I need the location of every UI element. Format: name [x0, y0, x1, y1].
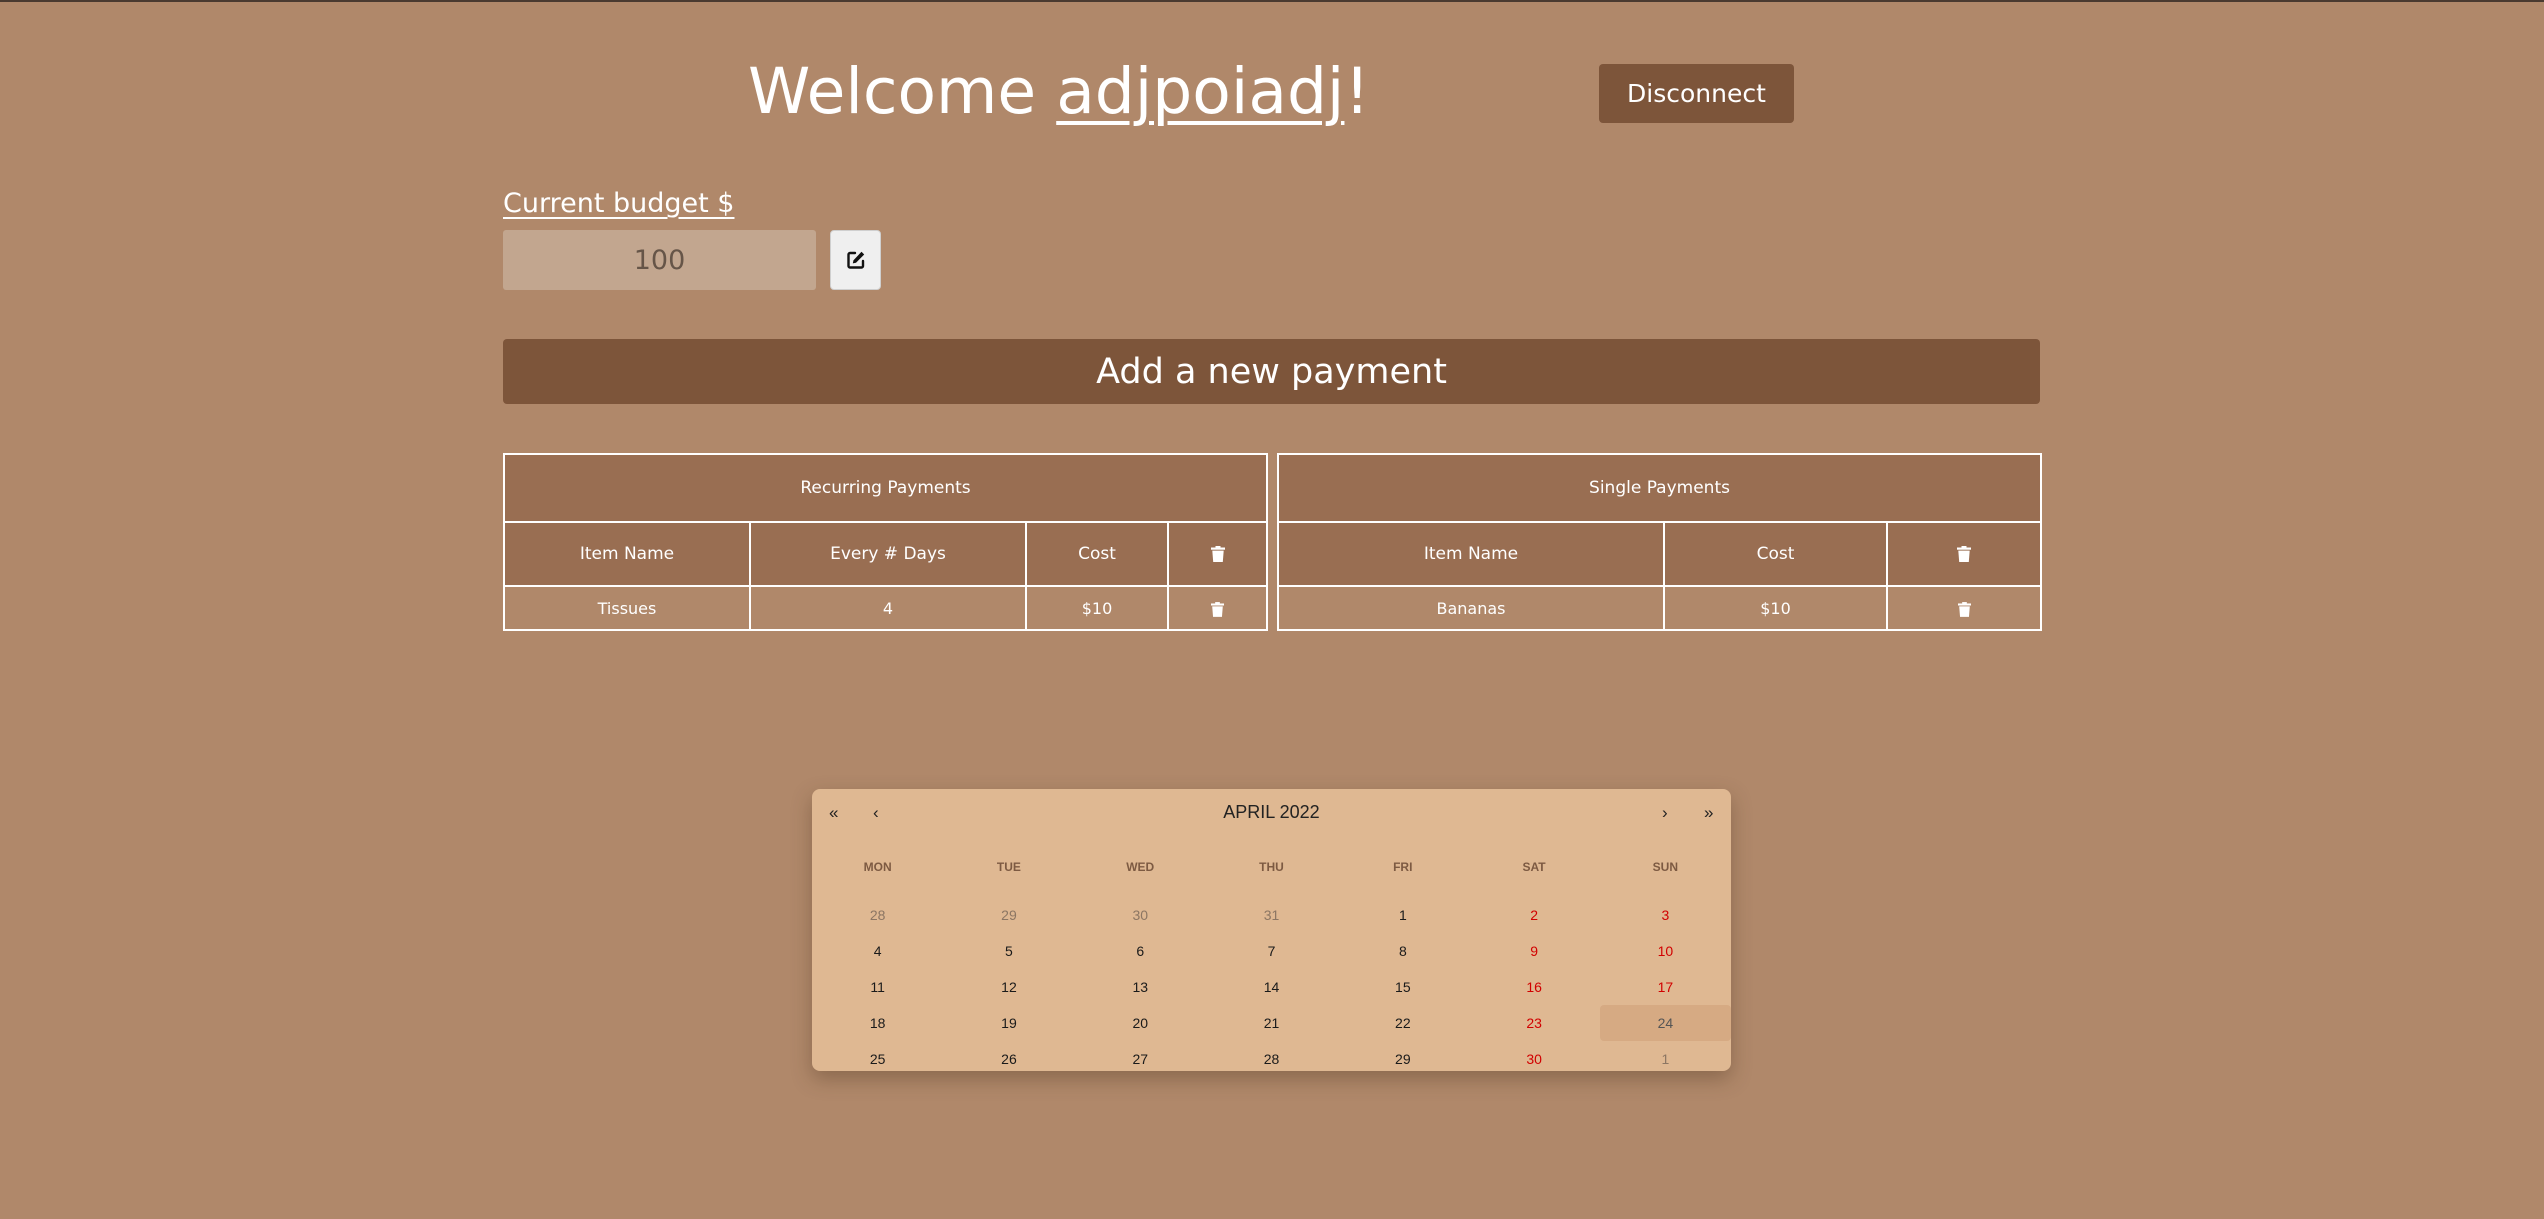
calendar-days: 28 29 30 31 1 2 3 4 5 6 7 8 9 10 11 12 1…	[812, 897, 1732, 1077]
weekday-label: SAT	[1522, 860, 1546, 874]
single-title: Single Payments	[1276, 453, 2043, 523]
calendar-day[interactable]: 7	[1206, 933, 1337, 969]
username-link[interactable]: adjpoiadj	[1056, 55, 1344, 128]
calendar-day[interactable]: 21	[1206, 1005, 1337, 1041]
budget-input[interactable]	[503, 230, 816, 290]
cell-every-days: 4	[749, 585, 1027, 631]
cell-cost: $10	[1025, 585, 1169, 631]
calendar-day[interactable]: 8	[1337, 933, 1468, 969]
trash-icon	[1957, 546, 1972, 562]
calendar-day[interactable]: 30	[1468, 1041, 1599, 1077]
calendar-day[interactable]: 2	[1468, 897, 1599, 933]
weekday-label: FRI	[1393, 860, 1413, 874]
single-payments-table: Single Payments Item Name Cost Bananas $…	[1276, 453, 2043, 631]
column-item-name: Item Name	[503, 521, 751, 587]
column-cost: Cost	[1663, 521, 1888, 587]
next-month-button[interactable]: ›	[1662, 803, 1668, 823]
welcome-heading: Welcome adjpoiadj!	[748, 52, 1370, 132]
weekday-label: MON	[863, 860, 892, 874]
cell-cost: $10	[1663, 585, 1888, 631]
welcome-prefix: Welcome	[748, 55, 1057, 128]
weekday-label: TUE	[996, 860, 1021, 874]
calendar-day[interactable]: 29	[1337, 1041, 1468, 1077]
cell-item-name: Tissues	[503, 585, 751, 631]
calendar: « ‹ APRIL 2022 › » MON TUE WED THU FRI S…	[812, 789, 1732, 1071]
trash-icon	[1211, 601, 1225, 617]
calendar-day[interactable]: 13	[1075, 969, 1206, 1005]
column-cost: Cost	[1025, 521, 1169, 587]
calendar-day[interactable]: 26	[943, 1041, 1074, 1077]
table-row: Tissues 4 $10	[503, 585, 1269, 631]
weekday-label: SUN	[1652, 860, 1678, 874]
calendar-day[interactable]: 29	[943, 897, 1074, 933]
calendar-weekdays: MON TUE WED THU FRI SAT SUN	[812, 860, 1731, 874]
top-border	[0, 0, 2544, 2]
delete-row-button[interactable]	[1166, 585, 1269, 631]
recurring-payments-table: Recurring Payments Item Name Every # Day…	[502, 453, 1269, 631]
calendar-day[interactable]: 30	[1075, 897, 1206, 933]
calendar-day[interactable]: 1	[1337, 897, 1468, 933]
calendar-day[interactable]: 20	[1075, 1005, 1206, 1041]
calendar-day[interactable]: 19	[943, 1005, 1074, 1041]
delete-row-button[interactable]	[1885, 585, 2043, 631]
recurring-title: Recurring Payments	[502, 453, 1269, 523]
calendar-day[interactable]: 12	[943, 969, 1074, 1005]
calendar-month-title[interactable]: APRIL 2022	[812, 802, 1731, 823]
calendar-day[interactable]: 28	[1206, 1041, 1337, 1077]
calendar-day-today[interactable]: 24	[1599, 1005, 1732, 1041]
budget-label: Current budget $	[503, 188, 735, 219]
calendar-day[interactable]: 15	[1337, 969, 1468, 1005]
calendar-day[interactable]: 28	[812, 897, 943, 933]
delete-all-single-button[interactable]	[1885, 521, 2043, 587]
calendar-day[interactable]: 9	[1468, 933, 1599, 969]
edit-icon	[846, 251, 864, 269]
calendar-day[interactable]: 1	[1600, 1041, 1731, 1077]
edit-budget-button[interactable]	[830, 230, 881, 290]
column-every-days: Every # Days	[749, 521, 1027, 587]
table-row: Bananas $10	[1277, 585, 2043, 631]
trash-icon	[1210, 546, 1225, 562]
calendar-day[interactable]: 17	[1600, 969, 1731, 1005]
calendar-day[interactable]: 31	[1206, 897, 1337, 933]
calendar-day[interactable]: 14	[1206, 969, 1337, 1005]
calendar-day[interactable]: 16	[1468, 969, 1599, 1005]
calendar-day[interactable]: 10	[1600, 933, 1731, 969]
disconnect-button[interactable]: Disconnect	[1599, 64, 1794, 123]
cell-item-name: Bananas	[1277, 585, 1665, 631]
calendar-day[interactable]: 5	[943, 933, 1074, 969]
add-payment-button[interactable]: Add a new payment	[503, 339, 2040, 404]
delete-all-recurring-button[interactable]	[1166, 521, 1269, 587]
calendar-day[interactable]: 4	[812, 933, 943, 969]
calendar-day[interactable]: 3	[1600, 897, 1731, 933]
calendar-day[interactable]: 27	[1075, 1041, 1206, 1077]
calendar-day[interactable]: 25	[812, 1041, 943, 1077]
weekday-label: WED	[1126, 860, 1155, 874]
next-year-button[interactable]: »	[1704, 803, 1713, 823]
calendar-day[interactable]: 23	[1468, 1005, 1599, 1041]
trash-icon	[1957, 601, 1971, 617]
calendar-day[interactable]: 11	[812, 969, 943, 1005]
calendar-day[interactable]: 18	[812, 1005, 943, 1041]
calendar-day[interactable]: 22	[1337, 1005, 1468, 1041]
welcome-suffix: !	[1344, 55, 1370, 128]
calendar-day[interactable]: 6	[1075, 933, 1206, 969]
weekday-label: THU	[1259, 860, 1284, 874]
column-item-name: Item Name	[1277, 521, 1665, 587]
